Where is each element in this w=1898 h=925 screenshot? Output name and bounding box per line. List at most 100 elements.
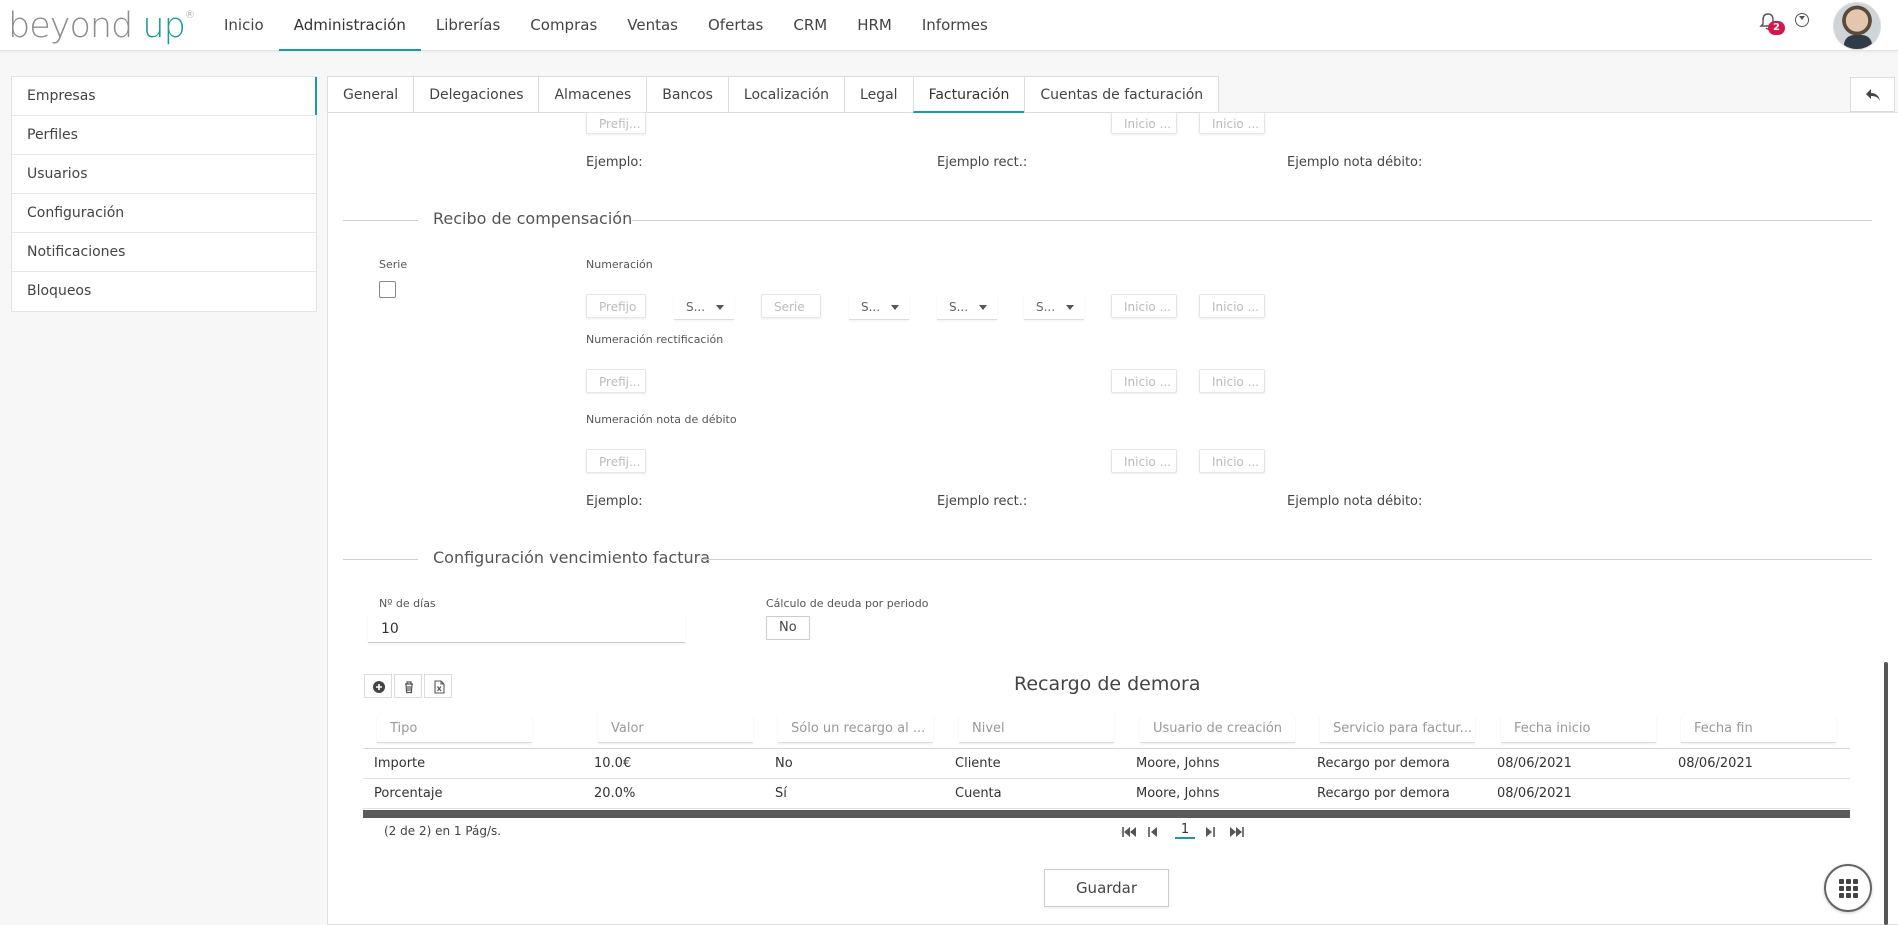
debit-prefix-input[interactable]: Prefij... — [586, 449, 646, 473]
filter-valor[interactable]: Valor — [598, 715, 753, 743]
table-row[interactable]: Porcentaje 20.0% Sí Cuenta Moore, Johns … — [363, 779, 1850, 809]
s1-select[interactable]: S... — [674, 294, 734, 320]
current-page[interactable]: 1 — [1175, 822, 1195, 839]
prev-debit-prefix-input[interactable]: Prefij... — [586, 112, 646, 134]
nav-ofertas[interactable]: Ofertas — [693, 0, 778, 51]
rect-inicio2-input[interactable]: Inicio ... — [1199, 369, 1265, 393]
debit-inicio1-input[interactable]: Inicio ... — [1111, 449, 1177, 473]
nav-informes[interactable]: Informes — [907, 0, 1003, 51]
debit-inicio2-input[interactable]: Inicio ... — [1199, 449, 1265, 473]
tab-legal[interactable]: Legal — [844, 76, 913, 113]
filter-tipo[interactable]: Tipo — [377, 715, 532, 743]
delete-button[interactable] — [394, 674, 422, 698]
reply-arrow-icon — [1866, 89, 1880, 101]
next-page-icon[interactable] — [1205, 826, 1216, 838]
inicio2-input[interactable]: Inicio ... — [1199, 294, 1265, 318]
prev-example-label: Ejemplo: — [586, 155, 643, 170]
user-menu-chevron-icon[interactable] — [1795, 13, 1809, 27]
cell-servicio: Recargo por demora — [1317, 756, 1450, 771]
s2-select[interactable]: S... — [849, 294, 909, 320]
filter-fecha-inicio[interactable]: Fecha inicio — [1501, 715, 1656, 743]
filter-fecha-fin[interactable]: Fecha fin — [1681, 715, 1836, 743]
cell-usuario: Moore, Johns — [1136, 786, 1220, 801]
nav-crm[interactable]: CRM — [778, 0, 842, 51]
rect-label: Numeración rectificación — [586, 333, 724, 346]
rect-inicio1-input[interactable]: Inicio ... — [1111, 369, 1177, 393]
save-button[interactable]: Guardar — [1044, 869, 1169, 907]
rect-prefix-input[interactable]: Prefij... — [586, 369, 646, 393]
sidebar-item-bloqueos[interactable]: Bloqueos — [12, 272, 316, 311]
nav-hrm[interactable]: HRM — [842, 0, 907, 51]
nav-librerias[interactable]: Librerías — [421, 0, 515, 51]
tab-bancos[interactable]: Bancos — [646, 76, 728, 113]
serie-checkbox[interactable] — [379, 281, 396, 298]
sidebar-item-perfiles[interactable]: Perfiles — [12, 116, 316, 155]
calculo-toggle[interactable]: No — [766, 616, 810, 640]
nav-inicio[interactable]: Inicio — [209, 0, 279, 51]
nav-ventas[interactable]: Ventas — [612, 0, 693, 51]
cell-solo-recargo: No — [775, 756, 793, 771]
filter-servicio[interactable]: Servicio para factur... — [1320, 715, 1475, 743]
first-page-icon[interactable] — [1121, 826, 1137, 838]
export-excel-button[interactable] — [424, 674, 452, 698]
sidebar-item-usuarios[interactable]: Usuarios — [12, 155, 316, 194]
prev-debit-start1-input[interactable]: Inicio ... — [1111, 112, 1177, 134]
sidebar-item-configuracion[interactable]: Configuración — [12, 194, 316, 233]
notification-badge: 2 — [1768, 21, 1785, 35]
prev-page-icon[interactable] — [1147, 826, 1158, 838]
sidebar-item-empresas[interactable]: Empresas — [12, 77, 317, 116]
example-debit-label: Ejemplo nota débito: — [1287, 494, 1423, 509]
tab-general[interactable]: General — [327, 76, 414, 113]
recibo-section-title: Recibo de compensación — [433, 209, 633, 228]
tab-almacenes[interactable]: Almacenes — [538, 76, 647, 113]
cell-valor: 10.0€ — [594, 756, 632, 771]
cell-fecha-inicio: 08/06/2021 — [1497, 786, 1572, 801]
avatar[interactable] — [1833, 2, 1881, 50]
back-button[interactable] — [1850, 77, 1895, 112]
filter-solo-recargo[interactable]: Sólo un recargo al ... — [778, 715, 933, 743]
section-divider — [343, 559, 418, 560]
tab-cuentas-facturacion[interactable]: Cuentas de facturación — [1024, 76, 1220, 113]
filter-usuario-creacion[interactable]: Usuario de creación — [1140, 715, 1295, 743]
grid-filter-row: Tipo Valor Sólo un recargo al ... Nivel … — [363, 709, 1850, 749]
grid-horizontal-scrollbar[interactable] — [363, 810, 1850, 818]
calculo-label: Cálculo de deuda por periodo — [766, 597, 929, 610]
cell-solo-recargo: Sí — [775, 786, 787, 801]
app-logo[interactable]: beyond up® — [8, 6, 195, 46]
trash-icon — [405, 681, 413, 694]
vertical-scrollbar[interactable] — [1884, 662, 1888, 925]
dias-input[interactable]: 10 — [368, 615, 685, 643]
tab-localizacion[interactable]: Localización — [727, 76, 845, 113]
filter-nivel[interactable]: Nivel — [959, 715, 1114, 743]
example-label: Ejemplo: — [586, 494, 643, 509]
logo-mark: ® — [184, 10, 195, 21]
tab-delegaciones[interactable]: Delegaciones — [413, 76, 539, 113]
logo-text: beyond — [8, 6, 133, 46]
example-rect-label: Ejemplo rect.: — [937, 494, 1028, 509]
cell-valor: 20.0% — [594, 786, 636, 801]
grid-dots-icon — [1839, 879, 1858, 898]
prev-debit-start2-input[interactable]: Inicio ... — [1199, 112, 1265, 134]
prev-example-rect-label: Ejemplo rect.: — [937, 155, 1028, 170]
nav-administracion[interactable]: Administración — [278, 0, 421, 51]
apps-menu-button[interactable] — [1824, 864, 1872, 912]
sidebar-item-notificaciones[interactable]: Notificaciones — [12, 233, 316, 272]
s3-select[interactable]: S... — [937, 294, 997, 320]
dias-label: Nº de días — [379, 597, 436, 610]
debit-label: Numeración nota de débito — [586, 413, 737, 426]
cell-tipo: Porcentaje — [374, 786, 443, 801]
plus-circle-icon — [373, 681, 385, 693]
main-nav: Inicio Administración Librerías Compras … — [209, 0, 1003, 51]
last-page-icon[interactable] — [1229, 826, 1245, 838]
vencimiento-section-title: Configuración vencimiento factura — [433, 548, 711, 567]
serie-input[interactable]: Serie — [761, 294, 821, 318]
add-button[interactable] — [364, 674, 392, 698]
prefijo-input[interactable]: Prefijo — [586, 294, 646, 318]
tab-facturacion[interactable]: Facturación — [912, 76, 1025, 113]
cell-nivel: Cliente — [955, 756, 1001, 771]
inicio1-input[interactable]: Inicio ... — [1111, 294, 1177, 318]
section-divider — [632, 220, 1872, 221]
nav-compras[interactable]: Compras — [515, 0, 612, 51]
s4-select[interactable]: S... — [1024, 294, 1084, 320]
table-row[interactable]: Importe 10.0€ No Cliente Moore, Johns Re… — [363, 749, 1850, 779]
